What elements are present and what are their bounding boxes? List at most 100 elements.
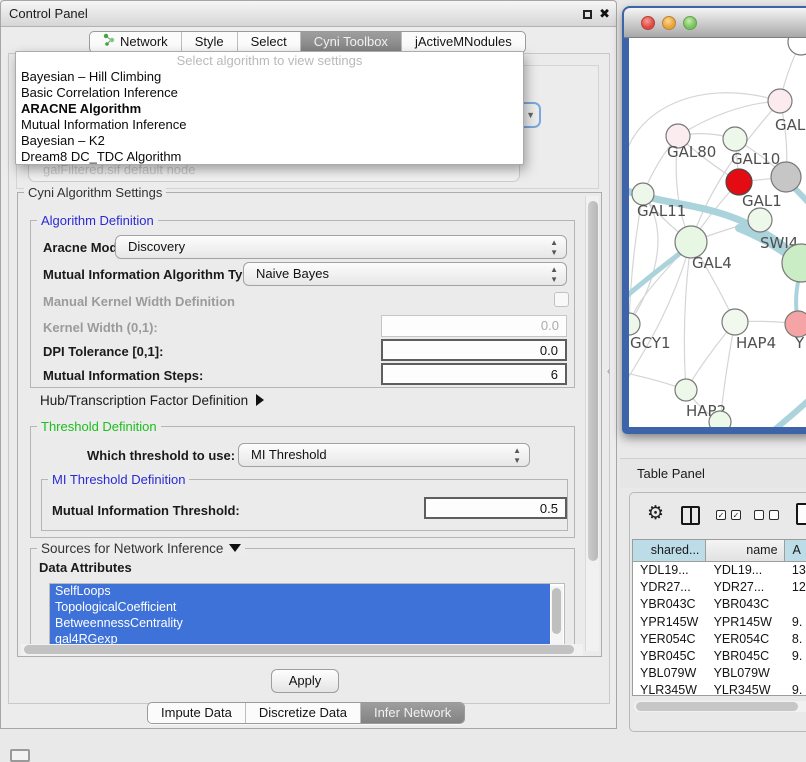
minimize-traffic-light-icon[interactable]: [662, 16, 676, 30]
table-cell: YBL079W: [707, 665, 785, 682]
table-horizontal-scrollbar[interactable]: [634, 701, 806, 712]
splitter-collapse-arrow[interactable]: ‹: [607, 366, 610, 377]
column-header-name[interactable]: name: [706, 540, 784, 561]
mi-type-combo[interactable]: Naive Bayes ▲▼: [243, 262, 567, 286]
network-node[interactable]: [723, 127, 747, 151]
table-row[interactable]: YER054CYER054C8.: [633, 631, 806, 648]
mi-steps-field[interactable]: 6: [381, 363, 567, 385]
aracne-mode-combo[interactable]: Discovery ▲▼: [115, 235, 567, 259]
node-table: shared... name A YDL19...YDL19...13YDR27…: [632, 539, 806, 696]
network-window-titlebar[interactable]: [624, 8, 806, 38]
tab-discretize-data[interactable]: Discretize Data: [246, 703, 361, 723]
tab-network[interactable]: Network: [90, 32, 182, 52]
new-table-document-icon[interactable]: [796, 503, 806, 525]
table-row[interactable]: YBR045CYBR045C9.: [633, 648, 806, 665]
settings-vertical-scrollbar[interactable]: [585, 196, 599, 651]
table-cell: YDL19...: [707, 562, 785, 579]
network-view-content[interactable]: GALGAL80GAL10GAL1GAL11SWI4GAL4GCY1HAP4YH…: [629, 38, 806, 427]
tab-select-label: Select: [251, 32, 287, 52]
data-attributes-listbox: SelfLoopsTopologicalCoefficientBetweenne…: [49, 583, 565, 649]
table-panel-titlebar[interactable]: Table Panel: [620, 458, 806, 488]
algorithm-option[interactable]: Dream8 DC_TDC Algorithm: [16, 149, 523, 165]
data-attribute-option[interactable]: SelfLoops: [50, 584, 550, 600]
algorithm-option[interactable]: Basic Correlation Inference: [16, 85, 523, 101]
table-toolbar: ⚙ ✓✓: [630, 505, 806, 535]
manual-kernel-checkbox[interactable]: [554, 292, 569, 307]
algorithm-popup-prompt: Select algorithm to view settings: [16, 52, 523, 69]
mi-threshold-field[interactable]: 0.5: [424, 497, 567, 519]
network-node[interactable]: [629, 313, 640, 335]
data-attribute-option[interactable]: BetweennessCentrality: [50, 616, 550, 632]
algorithm-option[interactable]: Mutual Information Inference: [16, 117, 523, 133]
table-row[interactable]: YPR145WYPR145W9.: [633, 614, 806, 631]
tab-jactivemnodules[interactable]: jActiveMNodules: [402, 32, 525, 52]
split-panel-icon[interactable]: [681, 506, 700, 525]
network-node[interactable]: [722, 309, 748, 335]
tab-cyni-toolbox[interactable]: Cyni Toolbox: [301, 32, 402, 52]
control-panel-titlebar[interactable]: Control Panel ✖: [1, 1, 616, 27]
algorithm-definition-group: Algorithm Definition Aracne Mode: Discov…: [30, 220, 575, 388]
float-window-icon[interactable]: [583, 10, 592, 19]
tab-infer-network-label: Infer Network: [374, 703, 451, 723]
table-cell: YDL19...: [633, 562, 707, 579]
tab-style[interactable]: Style: [182, 32, 238, 52]
table-row[interactable]: YBL079WYBL079W: [633, 665, 806, 682]
apply-button[interactable]: Apply: [271, 669, 339, 693]
tab-network-label: Network: [120, 32, 168, 52]
select-all-checkboxes-icon[interactable]: ✓✓: [716, 510, 741, 520]
kernel-width-field[interactable]: 0.0: [381, 315, 567, 337]
column-header-partial[interactable]: A: [785, 540, 806, 561]
mi-threshold-title: MI Threshold Definition: [48, 472, 189, 487]
network-node[interactable]: [768, 89, 792, 113]
settings-horizontal-scrollbar[interactable]: [21, 644, 583, 656]
threshold-definition-group: Threshold Definition Which threshold to …: [30, 426, 575, 538]
table-cell: YLR345W: [633, 682, 707, 696]
table-cell: YBR043C: [633, 596, 707, 613]
column-header-shared-name[interactable]: shared...: [633, 540, 706, 561]
zoom-traffic-light-icon[interactable]: [683, 16, 697, 30]
table-cell: [785, 596, 806, 613]
table-cell: YER054C: [633, 631, 707, 648]
network-node[interactable]: [709, 411, 731, 427]
mi-type-label: Mutual Information Algorithm Type:: [43, 267, 262, 282]
dpi-tolerance-field[interactable]: 0.0: [381, 339, 567, 361]
network-node[interactable]: [771, 162, 801, 192]
collapsed-arrow-icon: [256, 394, 264, 406]
network-node[interactable]: [675, 379, 697, 401]
hub-definition-label: Hub/Transcription Factor Definition: [40, 393, 248, 408]
tab-infer-network[interactable]: Infer Network: [361, 703, 464, 723]
algorithm-popup-list: Bayesian – Hill ClimbingBasic Correlatio…: [16, 69, 523, 165]
table-row[interactable]: YBR043CYBR043C: [633, 596, 806, 613]
network-node[interactable]: [788, 38, 806, 55]
sources-group: Sources for Network Inference Data Attri…: [30, 548, 575, 654]
network-node[interactable]: [748, 208, 772, 232]
mi-type-value: Naive Bayes: [256, 266, 329, 281]
network-view-window: GALGAL80GAL10GAL1GAL11SWI4GAL4GCY1HAP4YH…: [622, 6, 806, 434]
table-cell: 9.: [785, 682, 806, 696]
table-row[interactable]: YDR27...YDR27...12: [633, 579, 806, 596]
settings-gear-icon[interactable]: ⚙: [647, 502, 664, 525]
table-header-row: shared... name A: [633, 540, 806, 562]
table-cell: 8.: [785, 631, 806, 648]
algorithm-option[interactable]: Bayesian – Hill Climbing: [16, 69, 523, 85]
hub-definition-toggle[interactable]: Hub/Transcription Factor Definition: [40, 393, 264, 408]
table-cell: YLR345W: [707, 682, 785, 696]
manual-kernel-label: Manual Kernel Width Definition: [43, 294, 235, 309]
list-vertical-scrollbar[interactable]: [551, 586, 563, 646]
stepper-arrows-icon: ▲▼: [513, 444, 521, 466]
algorithm-option[interactable]: Bayesian – K2: [16, 133, 523, 149]
close-icon[interactable]: ✖: [599, 5, 610, 23]
algorithm-option[interactable]: ARACNE Algorithm: [16, 101, 523, 117]
which-threshold-combo[interactable]: MI Threshold ▲▼: [238, 443, 530, 467]
table-cell: 9.: [785, 648, 806, 665]
tab-impute-data[interactable]: Impute Data: [148, 703, 246, 723]
data-attribute-option[interactable]: TopologicalCoefficient: [50, 600, 550, 616]
table-row[interactable]: YDL19...YDL19...13: [633, 562, 806, 579]
panel-grip-icon[interactable]: [10, 749, 30, 762]
tab-select[interactable]: Select: [238, 32, 301, 52]
sources-title-row[interactable]: Sources for Network Inference: [37, 541, 245, 556]
table-row[interactable]: YLR345WYLR345W9.: [633, 682, 806, 696]
deselect-all-checkboxes-icon[interactable]: [754, 510, 779, 520]
close-traffic-light-icon[interactable]: [641, 16, 655, 30]
stepper-arrows-icon: ▲▼: [550, 263, 558, 285]
